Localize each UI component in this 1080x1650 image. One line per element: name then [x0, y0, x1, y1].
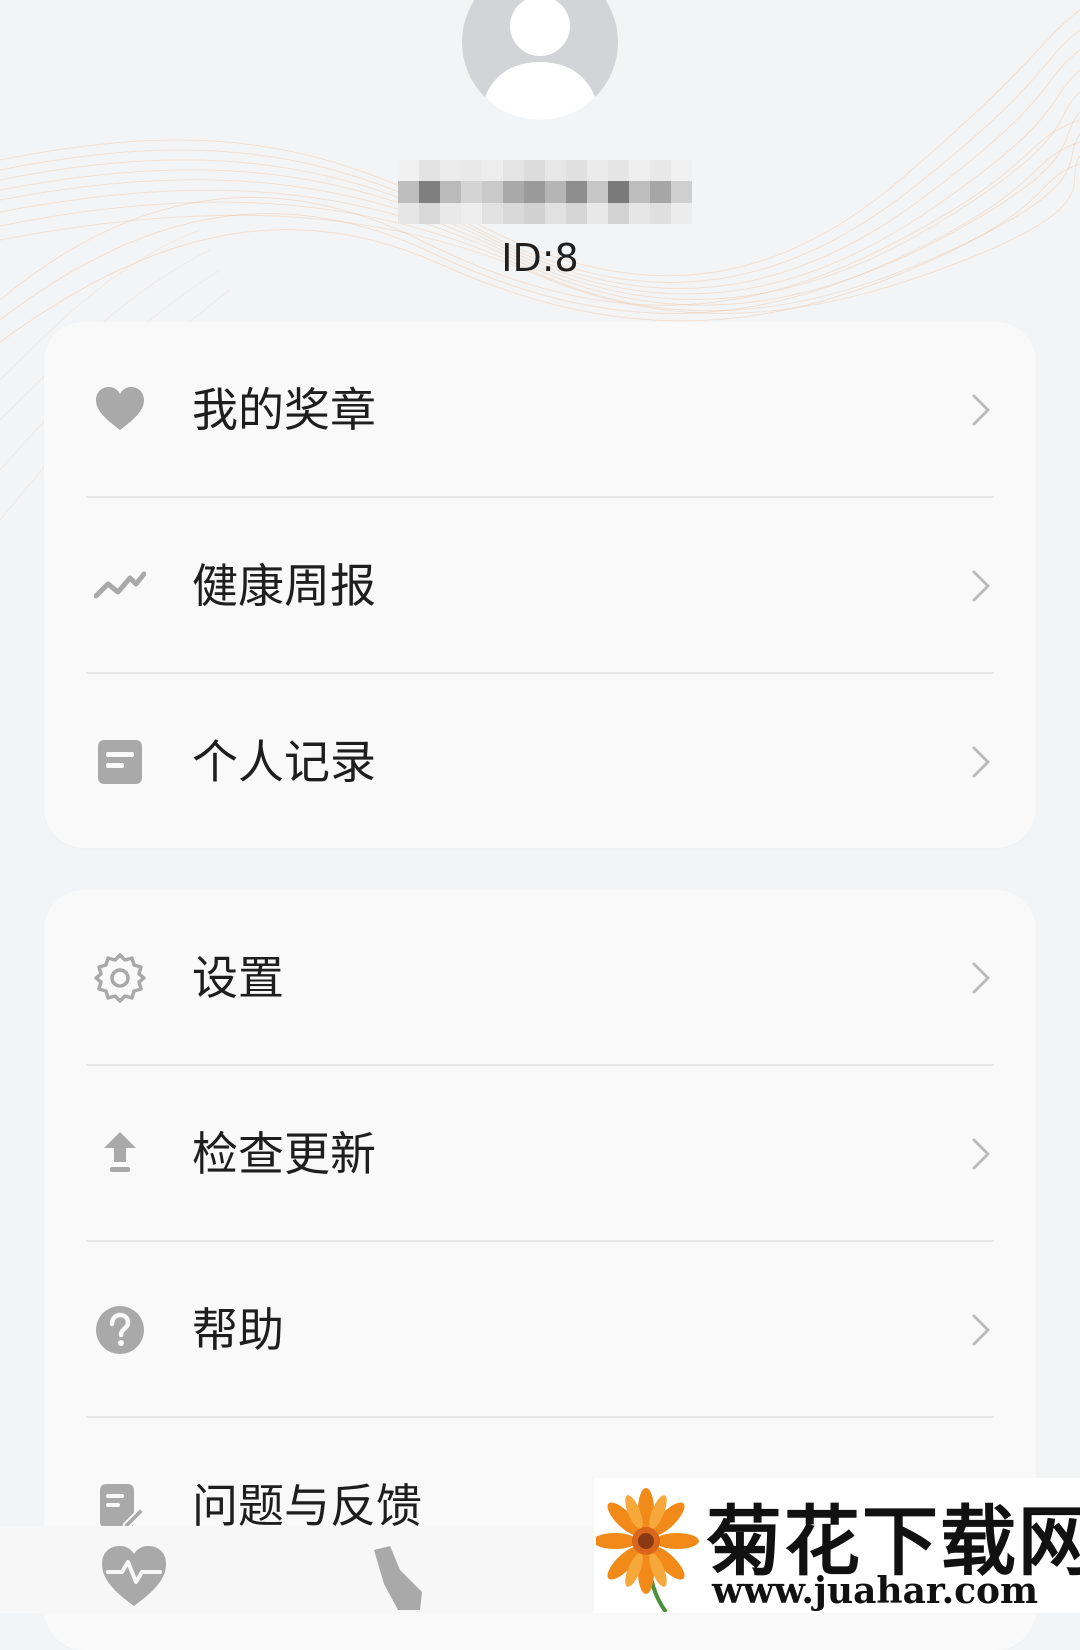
chevron-right-icon: [972, 394, 990, 426]
chevron-right-icon: [972, 962, 990, 994]
menu-item-help[interactable]: 帮助: [44, 1242, 1036, 1418]
menu-item-personal-records[interactable]: 个人记录: [44, 674, 1036, 848]
menu-item-settings[interactable]: 设置: [44, 890, 1036, 1066]
question-icon: [94, 1304, 146, 1356]
heart-pulse-icon[interactable]: [98, 1540, 170, 1612]
feedback-edit-icon: [94, 1480, 146, 1532]
menu-item-check-update[interactable]: 检查更新: [44, 1066, 1036, 1242]
chevron-right-icon: [972, 570, 990, 602]
shoe-icon[interactable]: [360, 1540, 432, 1612]
menu-item-label: 检查更新: [192, 1127, 376, 1181]
menu-card-primary: 我的奖章 健康周报 个人记录: [44, 322, 1036, 848]
upload-arrow-icon: [94, 1128, 146, 1180]
menu-item-label: 帮助: [192, 1303, 284, 1357]
username-obscured: [398, 160, 692, 224]
flower-logo-icon: [596, 1488, 699, 1612]
menu-item-label: 设置: [192, 951, 284, 1005]
watermark-url: www.juahar.com: [712, 1570, 1039, 1612]
chevron-right-icon: [972, 1138, 990, 1170]
heart-icon: [94, 384, 146, 436]
chevron-right-icon: [972, 1314, 990, 1346]
menu-item-medals[interactable]: 我的奖章: [44, 322, 1036, 498]
document-icon: [94, 736, 146, 788]
menu-item-health-weekly[interactable]: 健康周报: [44, 498, 1036, 674]
menu-item-label: 个人记录: [192, 735, 376, 789]
chevron-right-icon: [972, 746, 990, 778]
watermark: 菊花下载网 www.juahar.com: [594, 1478, 1080, 1613]
menu-item-label: 健康周报: [192, 559, 376, 613]
trend-line-icon: [94, 560, 146, 612]
gear-icon: [94, 952, 146, 1004]
user-id: ID:8: [501, 236, 579, 280]
menu-item-label: 我的奖章: [192, 383, 376, 437]
